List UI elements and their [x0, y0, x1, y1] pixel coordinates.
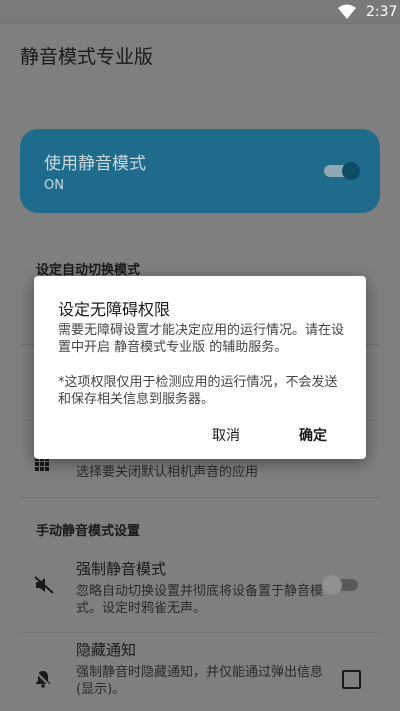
- divider: [20, 632, 380, 633]
- force-silent-title: 强制静音模式: [76, 560, 167, 578]
- app-bar: 静音模式专业版: [0, 24, 400, 86]
- dialog-note: *这项权限仅用于检测应用的运行情况，不会发送和保存相关信息到服务器。: [58, 375, 338, 407]
- notifications-off-icon: [34, 670, 52, 692]
- grid-icon: [34, 456, 50, 476]
- dialog-title: 设定无障碍权限: [58, 300, 171, 319]
- hide-notifications-row[interactable]: 隐藏通知 强制静音时隐藏通知，并仅能通过弹出信息(显示)。: [0, 636, 400, 711]
- master-toggle-thumb: [342, 162, 360, 180]
- master-switch-label: 使用静音模式: [44, 154, 146, 174]
- camera-sound-subtitle: 选择要关闭默认相机声音的应用: [76, 465, 259, 480]
- manual-section-title: 手动静音模式设置: [36, 524, 141, 539]
- master-switch-card[interactable]: 使用静音模式 ON: [20, 129, 380, 213]
- force-silent-toggle[interactable]: [322, 574, 362, 596]
- volume-off-icon: [34, 576, 54, 598]
- force-silent-row[interactable]: 强制静音模式 忽略自动切换设置并彻底将设备置于静音模式。设定时鸦雀无声。: [0, 550, 400, 630]
- ok-button[interactable]: 确定: [299, 425, 327, 445]
- master-switch-state: ON: [44, 178, 64, 193]
- dialog-message: 需要无障碍设置才能决定应用的运行情况。请在设置中开启 静音模式专业版 的辅助服务…: [58, 323, 345, 355]
- hide-notifications-subtitle: 强制静音时隐藏通知，并仅能通过弹出信息(显示)。: [76, 665, 324, 697]
- status-bar: 2:37: [0, 0, 400, 24]
- force-silent-toggle-thumb: [322, 575, 342, 595]
- wifi-icon: [338, 4, 356, 23]
- hide-notifications-title: 隐藏通知: [76, 641, 137, 659]
- master-toggle[interactable]: [322, 161, 360, 181]
- hide-notifications-checkbox[interactable]: [342, 670, 361, 689]
- app-title: 静音模式专业版: [20, 46, 154, 68]
- cancel-button[interactable]: 取消: [212, 425, 240, 445]
- accessibility-permission-dialog: 设定无障碍权限 需要无障碍设置才能决定应用的运行情况。请在设置中开启 静音模式专…: [34, 276, 366, 459]
- divider: [20, 497, 380, 498]
- force-silent-subtitle: 忽略自动切换设置并彻底将设备置于静音模式。设定时鸦雀无声。: [76, 584, 324, 616]
- status-time: 2:37: [366, 4, 398, 20]
